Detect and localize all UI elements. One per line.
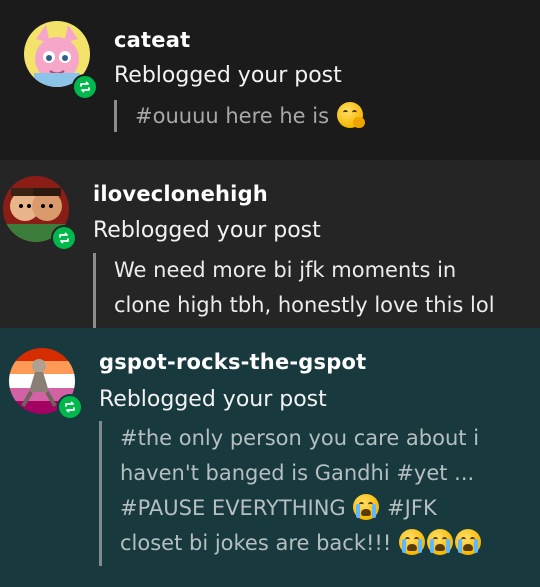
loudly-crying-face-icon [426, 529, 453, 555]
quote-line: clone high tbh, honestly love this lol [114, 293, 495, 317]
username-link[interactable]: gspot-rocks-the-gspot [99, 350, 366, 374]
notification-item[interactable]: cateat Reblogged your post #ouuuu here h… [0, 0, 540, 160]
loudly-crying-face-icon [398, 529, 425, 555]
quote-block: We need more bi jfk moments in clone hig… [93, 253, 495, 328]
notification-item[interactable]: gspot-rocks-the-gspot Reblogged your pos… [0, 328, 540, 587]
quote-line: #PAUSE EVERYTHING #JFK [120, 491, 482, 526]
username-link[interactable]: iloveclonehigh [93, 182, 268, 206]
reblog-badge-icon [72, 74, 98, 100]
tag-text: #JFK [387, 496, 437, 520]
quote-block: #the only person you care about i haven'… [99, 421, 482, 566]
reblog-badge-icon [57, 394, 83, 420]
quote-line: We need more bi jfk moments in [114, 258, 457, 282]
action-text: Reblogged your post [93, 218, 321, 243]
tag-text: #PAUSE EVERYTHING [120, 496, 346, 520]
username-link[interactable]: cateat [114, 28, 190, 52]
notification-item[interactable]: iloveclonehigh Reblogged your post We ne… [0, 160, 540, 328]
tag-text: closet bi jokes are back!!! [120, 531, 392, 555]
reblog-badge-icon [51, 225, 77, 251]
quote-line: closet bi jokes are back!!! [120, 526, 482, 561]
loudly-crying-face-icon [353, 494, 380, 520]
quote-line: #ouuuu here he is [135, 104, 330, 128]
quote-line: #the only person you care about i [120, 426, 480, 450]
loudly-crying-face-icon [454, 529, 481, 555]
shushing-face-icon [336, 102, 365, 128]
action-text: Reblogged your post [114, 63, 342, 88]
quote-block: #ouuuu here he is [114, 100, 365, 132]
quote-line: haven't banged is Gandhi #yet ... [120, 461, 475, 485]
action-text: Reblogged your post [99, 387, 327, 412]
